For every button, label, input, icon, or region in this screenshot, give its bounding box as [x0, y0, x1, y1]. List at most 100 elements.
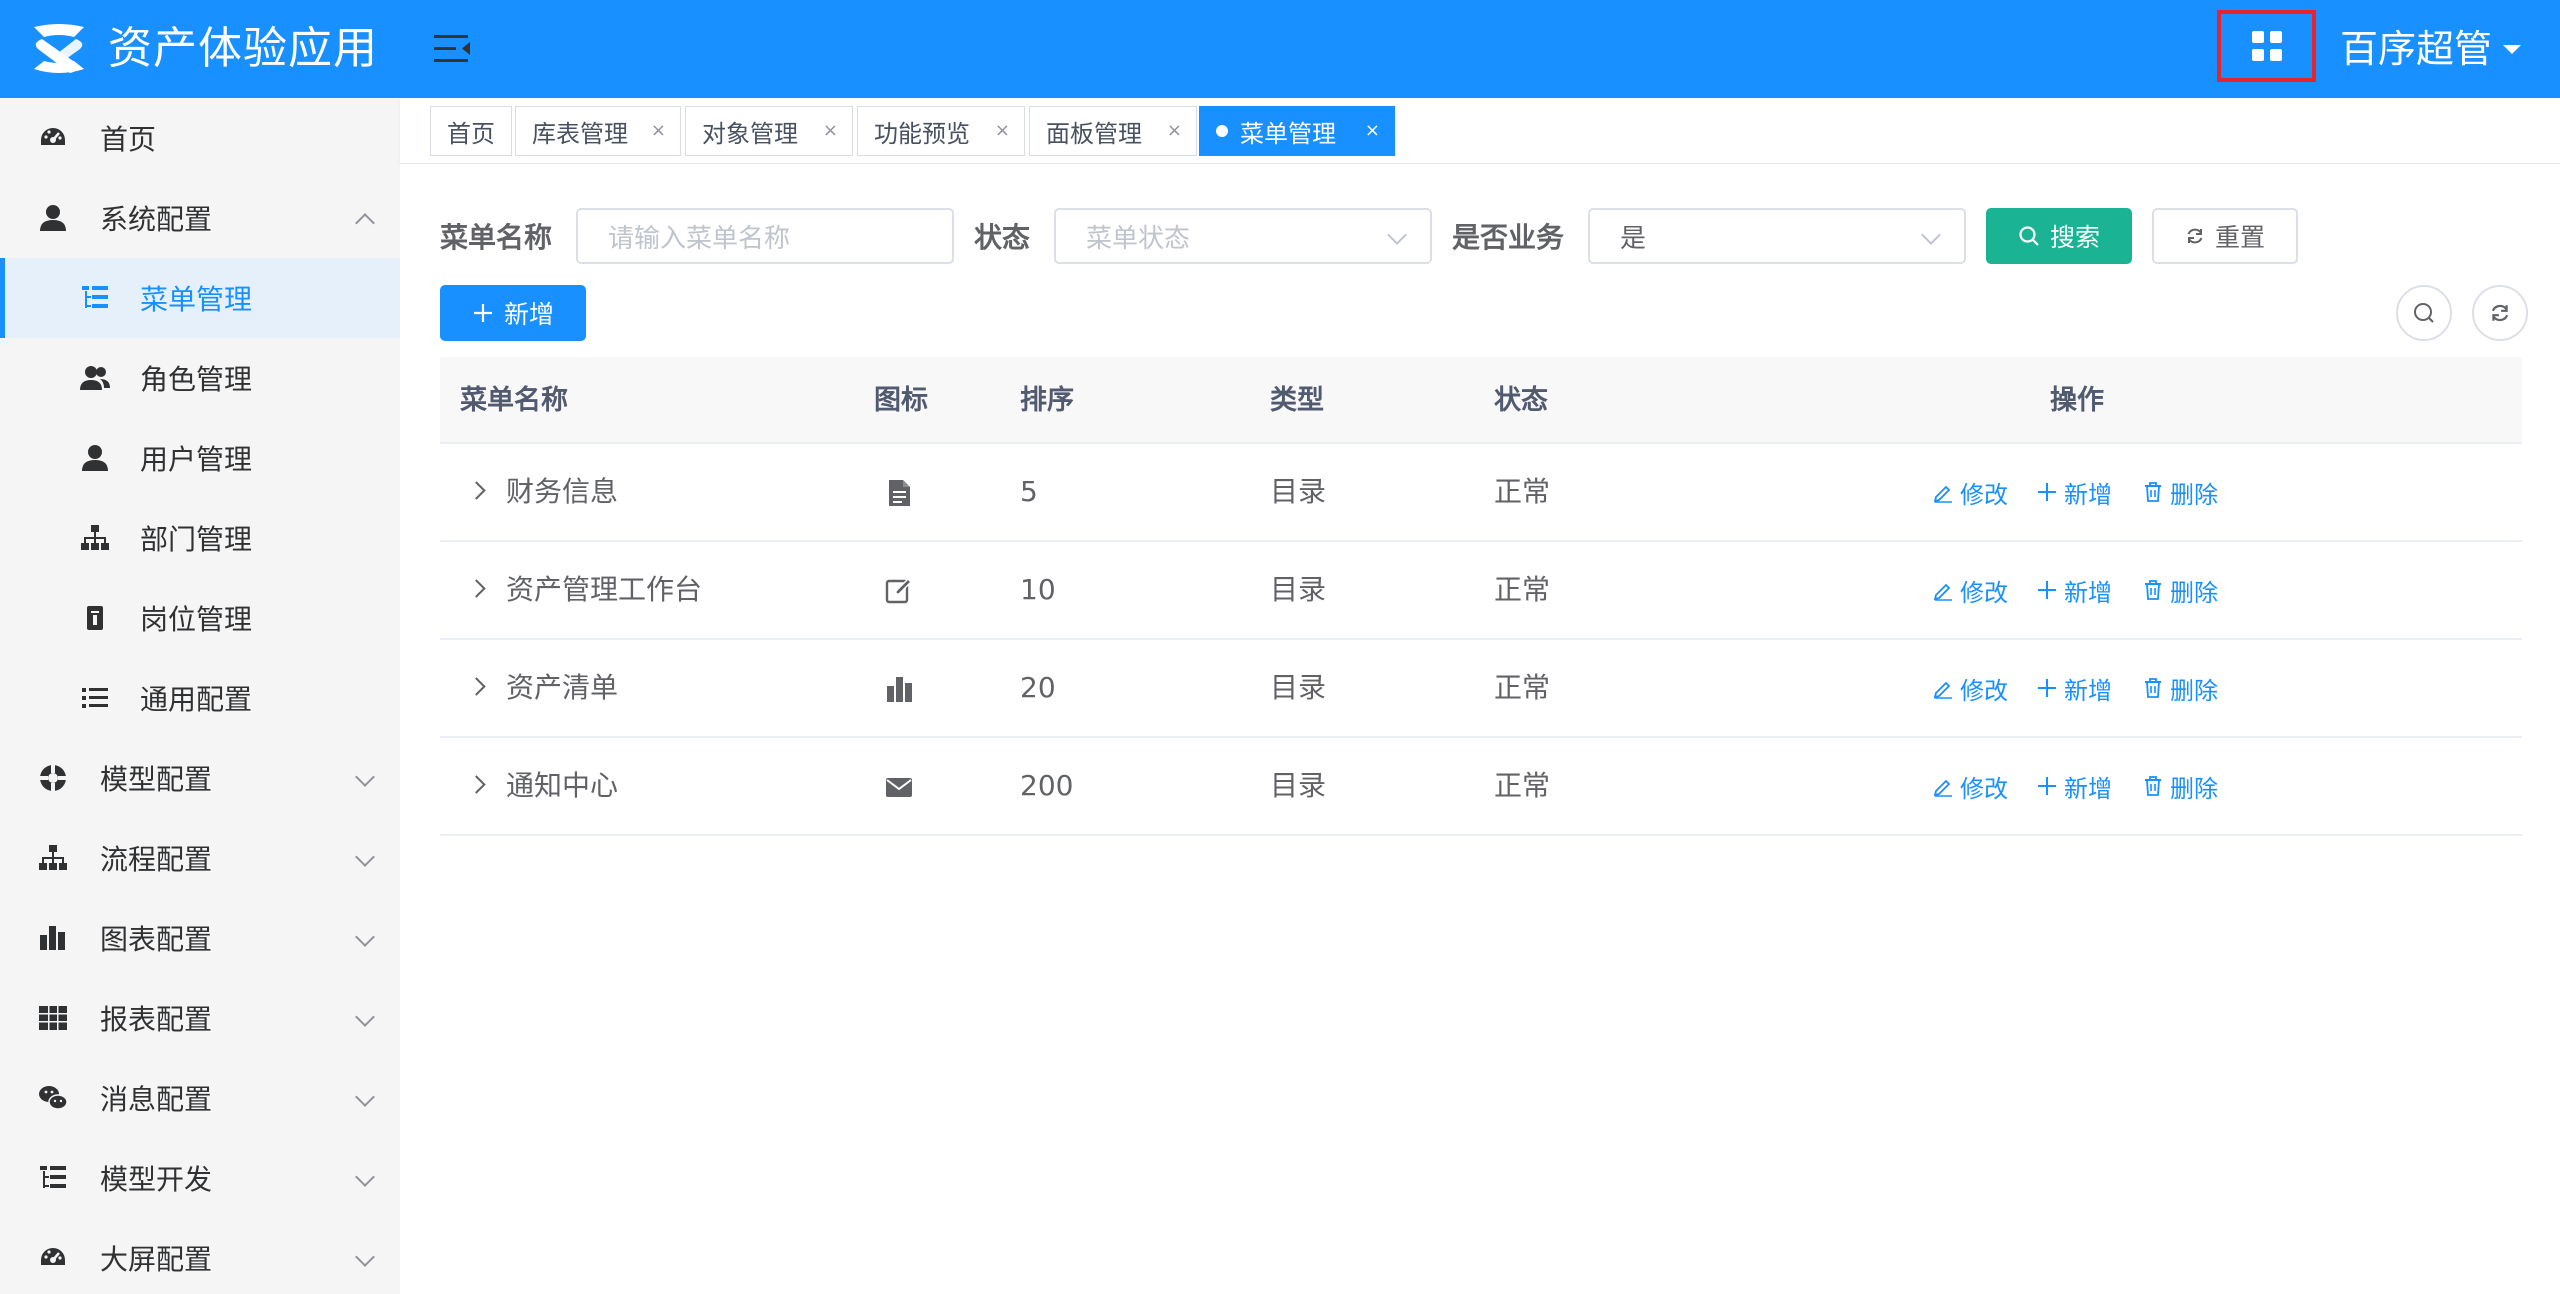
edit-label: 修改 [1960, 578, 2008, 607]
hamburger-fold-icon[interactable] [434, 32, 474, 66]
delete-label: 删除 [2170, 774, 2218, 803]
tab-menu-management[interactable]: 菜单管理 × [1199, 106, 1395, 156]
tab-label: 菜单管理 [1240, 119, 1336, 148]
tab-panel-management[interactable]: 面板管理 × [1029, 106, 1197, 156]
table-row[interactable]: 资产管理工作台 10 目录 正常 修改 新增 删除 [440, 542, 2522, 640]
expand-arrow-icon[interactable] [467, 579, 486, 598]
trash-icon [2145, 482, 2161, 502]
delete-button[interactable]: 删除 [2142, 671, 2218, 705]
add-child-button[interactable]: 新增 [2036, 769, 2112, 803]
delete-button[interactable]: 删除 [2142, 769, 2218, 803]
expand-arrow-icon[interactable] [467, 481, 486, 500]
refresh-icon [2185, 226, 2205, 246]
tab-object-management[interactable]: 对象管理 × [685, 106, 853, 156]
sidebar-item-home[interactable]: 首页 [0, 98, 400, 178]
add-label: 新增 [2064, 480, 2112, 509]
status-label: 状态 [974, 221, 1031, 254]
table-row[interactable]: 通知中心 200 目录 正常 修改 新增 删除 [440, 738, 2522, 836]
column-header: 操作 [2050, 385, 2104, 416]
edit-button[interactable]: 修改 [1932, 475, 2008, 509]
add-child-button[interactable]: 新增 [2036, 671, 2112, 705]
is-business-label: 是否业务 [1452, 221, 1565, 254]
tab-feature-preview[interactable]: 功能预览 × [857, 106, 1025, 156]
sidebar-item-department-management[interactable]: 部门管理 [0, 498, 400, 578]
delete-label: 删除 [2170, 676, 2218, 705]
plus-icon [2038, 777, 2056, 795]
menu-name-cell: 资产清单 [506, 671, 619, 704]
sidebar-item-model-config[interactable]: 模型配置 [0, 738, 400, 818]
expand-arrow-icon[interactable] [467, 677, 486, 696]
sidebar-item-bigscreen-config[interactable]: 大屏配置 [0, 1218, 400, 1294]
sidebar-item-label: 模型配置 [100, 763, 213, 796]
sidebar-item-system-config[interactable]: 系统配置 [0, 178, 400, 258]
sidebar-item-label: 用户管理 [140, 443, 253, 476]
sidebar-item-report-config[interactable]: 报表配置 [0, 978, 400, 1058]
sidebar-item-chart-config[interactable]: 图表配置 [0, 898, 400, 978]
edit-button[interactable]: 修改 [1932, 769, 2008, 803]
tab-table-management[interactable]: 库表管理 × [515, 106, 681, 156]
table-icon [37, 1002, 69, 1034]
sidebar-item-general-config[interactable]: 通用配置 [0, 658, 400, 738]
add-menu-button[interactable]: 新增 [440, 285, 586, 341]
table-row[interactable]: 资产清单 20 目录 正常 修改 新增 删除 [440, 640, 2522, 738]
is-business-select[interactable]: 是 [1588, 208, 1966, 264]
type-cell: 目录 [1270, 769, 1327, 802]
sidebar-item-menu-management[interactable]: 菜单管理 [0, 258, 400, 338]
chevron-down-icon [355, 1007, 375, 1027]
bar-chart-icon [887, 677, 912, 702]
sidebar-item-post-management[interactable]: 岗位管理 [0, 578, 400, 658]
sidebar-item-model-dev[interactable]: 模型开发 [0, 1138, 400, 1218]
tab-label: 面板管理 [1046, 119, 1142, 148]
user-menu[interactable]: 百序超管 [2340, 22, 2492, 76]
peoples-icon [79, 362, 111, 394]
active-dot-icon [1216, 125, 1228, 137]
tab-home[interactable]: 首页 [430, 106, 512, 156]
sidebar-item-flow-config[interactable]: 流程配置 [0, 818, 400, 898]
column-header: 排序 [1020, 385, 1074, 416]
sidebar-item-label: 菜单管理 [140, 283, 253, 316]
sidebar-item-label: 流程配置 [100, 843, 213, 876]
edit-button[interactable]: 修改 [1932, 573, 2008, 607]
status-cell: 正常 [1494, 769, 1551, 802]
add-child-button[interactable]: 新增 [2036, 475, 2112, 509]
status-cell: 正常 [1494, 671, 1551, 704]
app-switcher-button[interactable] [2217, 10, 2316, 82]
close-icon[interactable]: × [823, 120, 838, 141]
close-icon[interactable]: × [995, 120, 1010, 141]
add-child-button[interactable]: 新增 [2036, 573, 2112, 607]
close-icon[interactable]: × [1365, 120, 1380, 141]
table-header: 菜单名称 图标 排序 类型 状态 操作 [440, 357, 2522, 444]
table-row[interactable]: 财务信息 5 目录 正常 修改 新增 删除 [440, 444, 2522, 542]
add-label: 新增 [2064, 578, 2112, 607]
delete-button[interactable]: 删除 [2142, 573, 2218, 607]
expand-arrow-icon[interactable] [467, 775, 486, 794]
status-select[interactable]: 菜单状态 [1054, 208, 1432, 264]
model-icon [37, 762, 69, 794]
sidebar-item-label: 通用配置 [140, 683, 253, 716]
grid-icon [2251, 31, 2282, 61]
delete-button[interactable]: 删除 [2142, 475, 2218, 509]
delete-label: 删除 [2170, 578, 2218, 607]
search-button[interactable]: 搜索 [1986, 208, 2132, 264]
sidebar-item-user-management[interactable]: 用户管理 [0, 418, 400, 498]
close-icon[interactable]: × [651, 120, 666, 141]
refresh-button[interactable] [2472, 285, 2528, 341]
toggle-search-button[interactable] [2396, 285, 2452, 341]
menu-name-input[interactable]: 请输入菜单名称 [576, 208, 954, 264]
edit-icon [1933, 779, 1952, 797]
edit-icon [1933, 485, 1952, 503]
sidebar-item-message-config[interactable]: 消息配置 [0, 1058, 400, 1138]
sidebar-item-label: 图表配置 [100, 923, 213, 956]
plus-icon [2038, 581, 2056, 599]
edit-label: 修改 [1960, 774, 2008, 803]
caret-down-icon[interactable] [2503, 45, 2521, 54]
chart-icon [37, 922, 69, 954]
sidebar-item-label: 消息配置 [100, 1083, 213, 1116]
tab-label: 功能预览 [874, 119, 970, 148]
chevron-down-icon [1387, 225, 1407, 245]
edit-button[interactable]: 修改 [1932, 671, 2008, 705]
reset-button[interactable]: 重置 [2152, 208, 2298, 264]
close-icon[interactable]: × [1167, 120, 1182, 141]
sidebar-item-role-management[interactable]: 角色管理 [0, 338, 400, 418]
tree-table-icon [37, 1162, 69, 1194]
